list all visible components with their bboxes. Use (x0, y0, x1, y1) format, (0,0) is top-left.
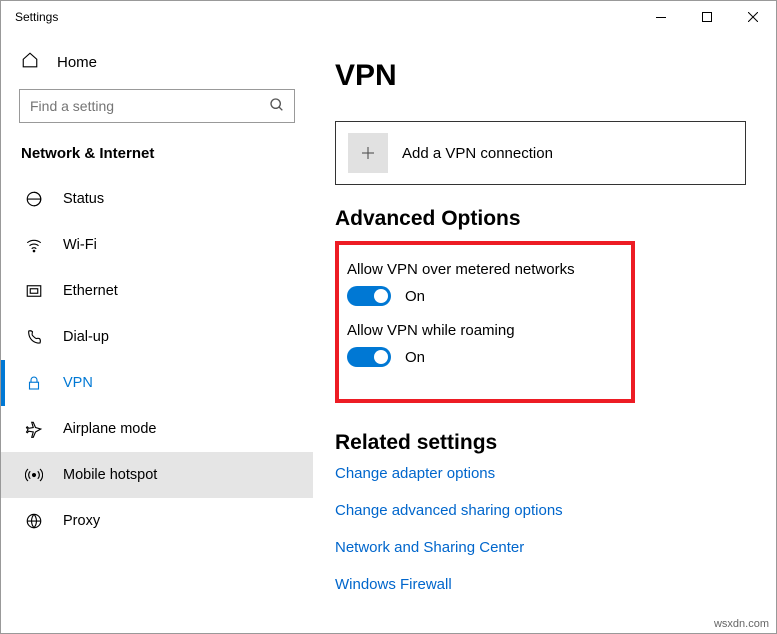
sidebar-item-label: Mobile hotspot (63, 467, 157, 483)
main-content: VPN Add a VPN connection Advanced Option… (313, 33, 776, 633)
add-vpn-label: Add a VPN connection (402, 145, 553, 162)
sidebar-item-label: Ethernet (63, 283, 118, 299)
related-links: Change adapter options Change advanced s… (335, 465, 746, 593)
ethernet-icon (25, 282, 43, 300)
category-header: Network & Internet (1, 139, 313, 176)
sidebar-item-dialup[interactable]: Dial-up (1, 314, 313, 360)
link-sharing-options[interactable]: Change advanced sharing options (335, 502, 746, 519)
close-button[interactable] (730, 1, 776, 33)
search-input[interactable] (19, 89, 295, 123)
sidebar-item-label: Dial-up (63, 329, 109, 345)
minimize-button[interactable] (638, 1, 684, 33)
home-link[interactable]: Home (1, 41, 313, 83)
add-vpn-connection[interactable]: Add a VPN connection (335, 121, 746, 185)
plus-icon (348, 133, 388, 173)
toggle-roaming: Allow VPN while roaming On (347, 322, 615, 367)
sidebar-item-hotspot[interactable]: Mobile hotspot (1, 452, 313, 498)
link-network-center[interactable]: Network and Sharing Center (335, 539, 746, 556)
airplane-icon (25, 420, 43, 438)
sidebar-item-vpn[interactable]: VPN (1, 360, 313, 406)
toggle-metered-switch[interactable] (347, 286, 391, 306)
sidebar: Home Network & Internet Status Wi-Fi (1, 33, 313, 633)
sidebar-item-status[interactable]: Status (1, 176, 313, 222)
sidebar-item-proxy[interactable]: Proxy (1, 498, 313, 544)
sidebar-item-airplane[interactable]: Airplane mode (1, 406, 313, 452)
related-settings-title: Related settings (335, 431, 746, 455)
sidebar-item-label: Proxy (63, 513, 100, 529)
proxy-icon (25, 512, 43, 530)
sidebar-item-label: VPN (63, 375, 93, 391)
sidebar-item-wifi[interactable]: Wi-Fi (1, 222, 313, 268)
vpn-icon (25, 374, 43, 392)
toggle-roaming-label: Allow VPN while roaming (347, 322, 615, 339)
search-container (19, 89, 295, 123)
dialup-icon (25, 328, 43, 346)
watermark: wsxdn.com (714, 618, 769, 630)
advanced-options-title: Advanced Options (335, 207, 746, 231)
nav-list: Status Wi-Fi Ethernet Dial-up VPN (1, 176, 313, 633)
wifi-icon (25, 236, 43, 254)
titlebar: Settings (1, 1, 776, 33)
window-title: Settings (15, 10, 638, 24)
maximize-button[interactable] (684, 1, 730, 33)
link-firewall[interactable]: Windows Firewall (335, 576, 746, 593)
window-controls (638, 1, 776, 33)
toggle-roaming-switch[interactable] (347, 347, 391, 367)
home-icon (21, 51, 39, 73)
toggle-metered: Allow VPN over metered networks On (347, 261, 615, 306)
sidebar-item-ethernet[interactable]: Ethernet (1, 268, 313, 314)
toggle-metered-state: On (405, 288, 425, 305)
status-icon (25, 190, 43, 208)
sidebar-item-label: Status (63, 191, 104, 207)
page-title: VPN (335, 59, 746, 93)
search-icon (269, 97, 285, 118)
hotspot-icon (25, 466, 43, 484)
home-label: Home (57, 54, 97, 71)
sidebar-item-label: Wi-Fi (63, 237, 97, 253)
highlight-box: Allow VPN over metered networks On Allow… (335, 241, 635, 403)
sidebar-item-label: Airplane mode (63, 421, 157, 437)
toggle-roaming-state: On (405, 349, 425, 366)
toggle-metered-label: Allow VPN over metered networks (347, 261, 615, 278)
link-adapter-options[interactable]: Change adapter options (335, 465, 746, 482)
